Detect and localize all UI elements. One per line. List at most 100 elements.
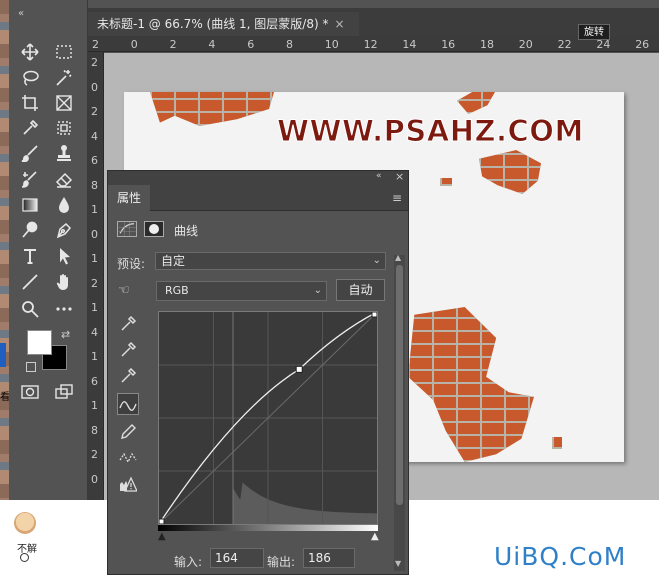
curves-graph[interactable] (158, 311, 378, 525)
panel-scrollbar[interactable]: ▲ ▼ (394, 253, 405, 571)
targeted-adjustment-icon[interactable]: ☜ (118, 283, 130, 298)
ruler-tick-label: 2 (91, 105, 98, 118)
pencil-icon[interactable] (117, 421, 139, 443)
document-tab[interactable]: 未标题-1 @ 66.7% (曲线 1, 图层蒙版/8) * × (88, 12, 359, 36)
history-brush-tool-icon[interactable] (18, 167, 42, 191)
default-colors-icon[interactable] (26, 362, 36, 372)
curves-graph-svg[interactable] (159, 312, 377, 524)
radio-icon[interactable] (20, 553, 29, 562)
collapse-icon[interactable]: « (18, 8, 24, 19)
brick-patch-right (479, 150, 541, 194)
black-point-eyedropper-icon[interactable] (117, 313, 139, 335)
hand-tool-icon[interactable] (52, 270, 76, 294)
collapse-icon[interactable]: « (376, 171, 382, 181)
path-selection-tool-icon[interactable] (52, 244, 76, 268)
site-watermark: UiBQ.CoM (494, 542, 627, 571)
blur-tool-icon[interactable] (52, 193, 76, 217)
crop-tool-icon[interactable] (18, 91, 42, 115)
ruler-tick-label: 8 (91, 423, 98, 437)
zoom-tool-icon[interactable] (18, 297, 42, 321)
scroll-up-icon[interactable]: ▲ (395, 253, 401, 262)
gradient-tool-icon[interactable] (18, 193, 42, 217)
channel-select[interactable]: RGB ⌄ (156, 281, 327, 301)
gray-point-eyedropper-icon[interactable] (117, 339, 139, 361)
line-tool-icon[interactable] (18, 270, 42, 294)
ruler-tick-label: 2 (92, 38, 99, 51)
chevron-down-icon: ⌄ (372, 255, 381, 266)
desktop-blue-block (0, 343, 6, 367)
ruler-tick-label: 20 (518, 38, 533, 51)
eyedropper-tool-icon[interactable] (18, 116, 42, 140)
properties-panel: « × 属性 ≡ 曲线 预设: 自定 ⌄ ☜ RGB ⌄ 自动 ▲ ▲ 输入: … (107, 170, 409, 575)
brush-tool-icon[interactable] (18, 141, 42, 165)
curve-edit-icon[interactable] (117, 393, 139, 415)
ruler-tick-label: 26 (635, 38, 650, 51)
tab-properties[interactable]: 属性 (108, 185, 151, 211)
ruler-tick-label: 1 (91, 350, 98, 363)
avatar-label: 不解 (17, 544, 37, 555)
stamp-tool-icon[interactable] (52, 141, 76, 165)
panel-menu-icon[interactable]: ≡ (392, 191, 402, 205)
curves-adjustment-icon[interactable] (117, 221, 137, 237)
ruler-tick-label: 0 (91, 80, 98, 94)
scrollbar-thumb[interactable] (396, 265, 403, 505)
swap-colors-icon[interactable]: ⇄ (61, 328, 70, 341)
curve-point-active[interactable] (295, 365, 303, 373)
brick-patch-bottom (552, 437, 562, 449)
ruler-tick-label: 6 (247, 38, 255, 51)
more-tools-icon[interactable] (52, 297, 76, 321)
chevron-down-icon: ⌄ (313, 285, 322, 296)
frame-tool-icon[interactable] (52, 91, 76, 115)
desktop-bottom-area (0, 500, 108, 575)
histogram-fill (233, 482, 377, 524)
curve-point-start[interactable] (159, 518, 165, 524)
move-tool-icon[interactable] (18, 40, 42, 64)
close-icon[interactable]: × (395, 170, 404, 183)
ruler-tick-label: 2 (169, 38, 177, 51)
ruler-tick-label: 16 (441, 38, 456, 51)
scroll-down-icon[interactable]: ▼ (395, 559, 401, 568)
horizontal-ruler: 2 0 2 4 6 8 10 12 14 16 18 20 22 24 26 (88, 36, 659, 52)
ruler-tick-label: 8 (91, 178, 98, 192)
pen-tool-icon[interactable] (52, 218, 76, 242)
dodge-tool-icon[interactable] (18, 218, 42, 242)
input-label: 输入: (174, 555, 203, 569)
smooth-icon[interactable] (117, 446, 139, 468)
input-field[interactable]: 164 (210, 548, 264, 568)
brick-patch-top-right (457, 92, 495, 114)
output-field[interactable]: 186 (303, 548, 355, 568)
close-icon[interactable]: × (334, 17, 344, 31)
marquee-tool-icon[interactable] (52, 40, 76, 64)
screen-mode-icon[interactable] (52, 380, 76, 404)
quick-mask-icon[interactable] (18, 380, 42, 404)
preset-select[interactable]: 自定 ⌄ (155, 252, 386, 270)
ruler-tick-label: 18 (480, 38, 494, 51)
preset-label: 预设: (117, 257, 146, 271)
type-tool-icon[interactable] (18, 244, 42, 268)
lasso-tool-icon[interactable] (18, 66, 42, 90)
auto-button[interactable]: 自动 (336, 279, 385, 301)
magic-wand-tool-icon[interactable] (52, 66, 76, 90)
content-aware-tool-icon[interactable] (52, 116, 76, 140)
ruler-tick-label: 6 (91, 374, 98, 388)
layer-mask-icon[interactable] (144, 221, 164, 237)
desktop-background (0, 0, 9, 500)
black-point-slider[interactable]: ▲ (158, 531, 166, 542)
white-point-slider[interactable]: ▲ (371, 531, 379, 542)
tooltip: 旋转 (578, 24, 610, 40)
canvas-headline: WWW.PSAHZ.COM (277, 114, 584, 149)
ruler-tick-label: 1 (91, 301, 98, 314)
white-point-eyedropper-icon[interactable] (117, 365, 139, 387)
avatar[interactable] (14, 512, 36, 534)
ruler-tick-label: 0 (130, 38, 138, 51)
ruler-tick-label: 2 (91, 276, 98, 290)
ruler-tick-label: 2 (91, 448, 98, 461)
clipping-warning-icon[interactable] (117, 473, 139, 495)
eraser-tool-icon[interactable] (52, 167, 76, 191)
ruler-tick-label: 4 (208, 38, 216, 51)
foreground-color-swatch[interactable] (27, 330, 52, 355)
ruler-tick-label: 22 (557, 38, 572, 51)
curve-point-end[interactable] (371, 312, 377, 318)
tools-panel: « ⇄ (9, 0, 88, 500)
ruler-tick-label: 1 (91, 252, 98, 265)
